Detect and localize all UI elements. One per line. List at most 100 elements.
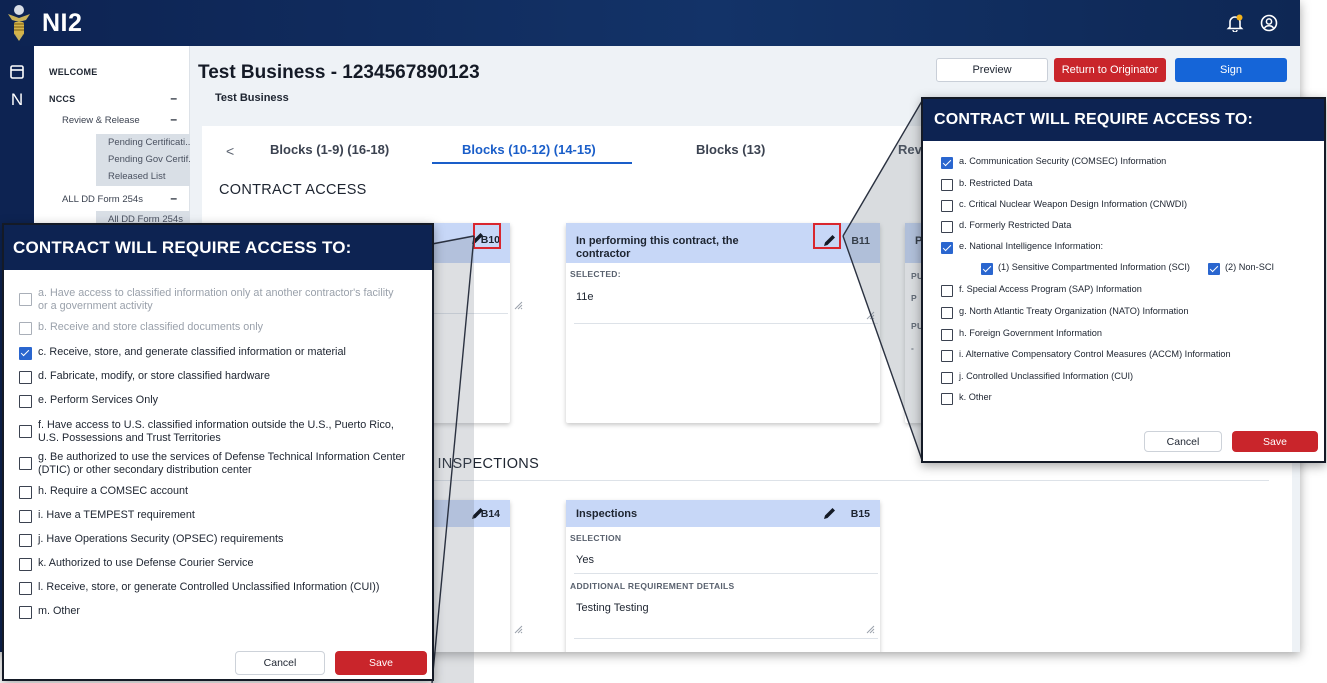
checkbox[interactable] (19, 510, 32, 523)
checkbox-label: e. National Intelligence Information: (959, 241, 1104, 251)
tab-blocks-10-12[interactable]: Blocks (10-12) (14-15) (462, 142, 596, 157)
save-button[interactable]: Save (1232, 431, 1318, 452)
checkbox[interactable] (941, 329, 953, 341)
tab-review[interactable]: Rev (898, 142, 922, 157)
checkbox-label: d. Fabricate, modify, or store classifie… (38, 370, 271, 382)
checkbox-label: h. Require a COMSEC account (38, 485, 189, 497)
resize-handle-icon[interactable] (514, 625, 523, 634)
checkbox[interactable] (19, 582, 32, 595)
checkbox-label: d. Formerly Restricted Data (959, 220, 1072, 230)
checkbox[interactable] (941, 200, 953, 212)
sidebar-item-review-release[interactable]: Review & Release (62, 115, 140, 126)
dashboard-icon[interactable] (9, 64, 25, 80)
checkbox-label: g. North Atlantic Treaty Organization (N… (959, 306, 1189, 316)
checkbox[interactable] (19, 425, 32, 438)
checkbox (19, 293, 32, 306)
checkbox[interactable] (19, 457, 32, 470)
sidebar-item-released[interactable]: Released List (108, 171, 166, 182)
checkbox[interactable] (1208, 263, 1220, 275)
checkbox[interactable] (19, 558, 32, 571)
card-b12-label: - (911, 343, 915, 353)
checkbox[interactable] (19, 395, 32, 408)
popup-right-title: CONTRACT WILL REQUIRE ACCESS TO: (934, 111, 1253, 128)
resize-handle-icon[interactable] (866, 625, 875, 634)
checkbox-label: a. Have access to classified information… (38, 287, 394, 299)
popup-left-header: CONTRACT WILL REQUIRE ACCESS TO: (4, 225, 432, 270)
return-to-originator-button[interactable]: Return to Originator (1054, 58, 1166, 82)
resize-handle-icon[interactable] (866, 311, 875, 320)
checkbox[interactable] (941, 179, 953, 191)
checkbox-label: j. Controlled Unclassified Information (… (959, 371, 1134, 381)
card-b15-title: Inspections (576, 508, 638, 520)
checkbox-label: j. Have Operations Security (OPSEC) requ… (38, 533, 284, 545)
sidebar-item-pending-cert[interactable]: Pending Certificati... (108, 137, 193, 148)
edit-highlight-b11 (813, 223, 841, 249)
checkbox-label: c. Receive, store, and generate classifi… (38, 346, 346, 358)
checkbox[interactable] (941, 350, 953, 362)
checkbox[interactable] (941, 393, 953, 405)
top-bar: NI2 (0, 0, 1300, 46)
card-b14-code: B14 (480, 508, 500, 520)
checkbox-label: e. Perform Services Only (38, 394, 158, 406)
preview-button[interactable]: Preview (936, 58, 1048, 82)
page-subtitle: Test Business (215, 92, 289, 104)
checkbox[interactable] (941, 372, 953, 384)
checkbox-label: b. Restricted Data (959, 178, 1033, 188)
card-b15-details-value: Testing Testing (576, 602, 649, 614)
checkbox[interactable] (981, 263, 993, 275)
notification-bell-icon[interactable] (1226, 14, 1244, 32)
resize-handle-icon[interactable] (514, 301, 523, 310)
checkbox-label: c. Critical Nuclear Weapon Design Inform… (959, 199, 1188, 209)
checkbox[interactable] (19, 371, 32, 384)
sign-button[interactable]: Sign (1175, 58, 1287, 82)
user-account-icon[interactable] (1260, 14, 1278, 32)
eagle-seal-icon (8, 5, 30, 41)
sidebar-item-all-forms[interactable]: ALL DD Form 254s (62, 194, 143, 205)
collapse-nccs-icon[interactable]: – (170, 91, 177, 105)
card-b11-value: 11e (576, 291, 594, 303)
collapse-all-forms-icon[interactable]: – (170, 191, 177, 205)
active-tab-indicator (432, 162, 632, 164)
checkbox-label: f. Special Access Program (SAP) Informat… (959, 284, 1142, 294)
checkbox[interactable] (19, 347, 32, 360)
card-b15-selection-value: Yes (576, 554, 594, 566)
checkbox-label: m. Other (38, 605, 80, 617)
sidebar-item-welcome[interactable]: WELCOME (49, 67, 97, 77)
cancel-button[interactable]: Cancel (235, 651, 325, 675)
tab-blocks-13[interactable]: Blocks (13) (696, 142, 765, 157)
checkbox[interactable] (19, 486, 32, 499)
checkbox-label: f. Have access to U.S. classified inform… (38, 419, 394, 431)
pencil-icon[interactable] (823, 507, 836, 520)
checkbox[interactable] (941, 242, 953, 254)
cancel-button[interactable]: Cancel (1144, 431, 1222, 452)
section-inspections: ) INSPECTIONS (428, 456, 540, 472)
card-b12-label: P (911, 293, 917, 303)
checkbox-label-line2: (DTIC) or other secondary distribution c… (38, 464, 252, 476)
checkbox[interactable] (19, 534, 32, 547)
checkbox[interactable] (941, 307, 953, 319)
nccs-rail-item[interactable]: N (9, 91, 25, 108)
checkbox-label: (1) Sensitive Compartmented Information … (998, 262, 1190, 272)
checkbox[interactable] (941, 157, 953, 169)
checkbox-label: g. Be authorized to use the services of … (38, 451, 406, 463)
checkbox-label: a. Communication Security (COMSEC) Infor… (959, 156, 1167, 166)
checkbox (19, 322, 32, 335)
checkbox-label: h. Foreign Government Information (959, 328, 1102, 338)
save-button[interactable]: Save (335, 651, 427, 675)
checkbox[interactable] (19, 606, 32, 619)
divider (574, 638, 878, 639)
access-popup-left: CONTRACT WILL REQUIRE ACCESS TO: a. Have… (2, 223, 434, 681)
divider (574, 323, 878, 324)
tab-blocks-1-9[interactable]: Blocks (1-9) (16-18) (270, 142, 389, 157)
sidebar-item-pending-gov[interactable]: Pending Gov Certif... (108, 154, 196, 165)
checkbox-label-line2: U.S. Possessions and Trust Territories (38, 432, 221, 444)
collapse-review-icon[interactable]: – (170, 112, 177, 126)
tab-prev-button[interactable]: < (226, 143, 234, 159)
checkbox-label-line2: or a government activity (38, 300, 153, 312)
card-b11-label: SELECTED: (570, 269, 621, 279)
sidebar-item-nccs[interactable]: NCCS (49, 94, 75, 104)
checkbox-label: l. Receive, store, or generate Controlle… (38, 581, 380, 593)
checkbox[interactable] (941, 221, 953, 233)
checkbox[interactable] (941, 285, 953, 297)
card-b15: Inspections B15 SELECTION Yes ADDITIONAL… (566, 500, 880, 652)
